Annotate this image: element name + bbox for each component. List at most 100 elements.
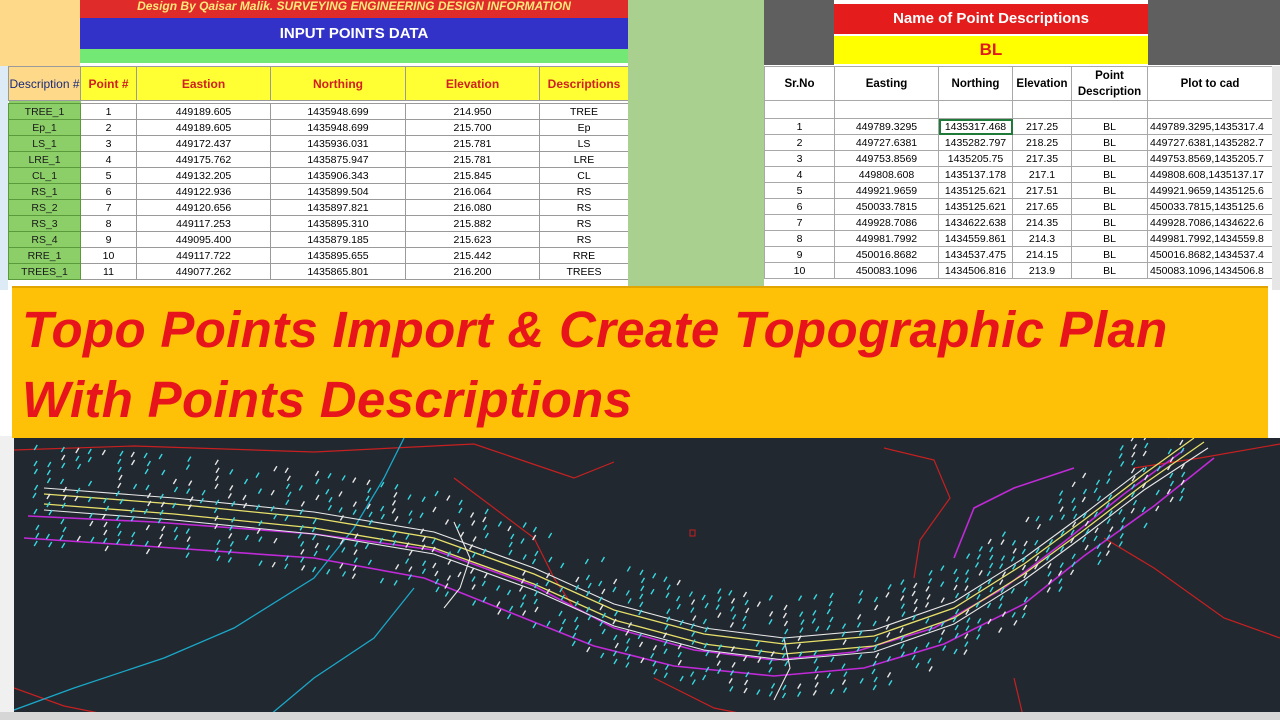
cell-description[interactable]: CL xyxy=(539,167,629,184)
cell-easting[interactable]: 450016.8682 xyxy=(834,246,939,263)
cell-northing[interactable]: 1435282.797 xyxy=(938,134,1013,151)
cell-plot[interactable]: 449789.3295,1435317.4 xyxy=(1147,118,1273,135)
cell-easting[interactable]: 449172.437 xyxy=(136,135,271,152)
cell-elevation[interactable]: 217.1 xyxy=(1012,166,1072,183)
col-header-point[interactable]: Point # xyxy=(80,66,137,101)
cell-plot[interactable]: 449921.9659,1435125.6 xyxy=(1147,182,1273,199)
col-header-plot-to-cad[interactable]: Plot to cad xyxy=(1147,66,1273,101)
cell-point[interactable]: 6 xyxy=(80,183,137,200)
cell-easting[interactable]: 449928.7086 xyxy=(834,214,939,231)
cell-elevation[interactable]: 215.882 xyxy=(405,215,540,232)
cell-desc-code[interactable]: LS_1 xyxy=(8,135,81,152)
col-header-northing[interactable]: Northing xyxy=(270,66,406,101)
cell-elevation[interactable]: 216.064 xyxy=(405,183,540,200)
cell-description[interactable]: RS xyxy=(539,231,629,248)
cell-northing[interactable]: 1435895.655 xyxy=(270,247,406,264)
cell-description[interactable]: RS xyxy=(539,215,629,232)
table-row[interactable]: 9 450016.8682 1434537.475 214.15 BL 450016.86… xyxy=(764,246,1273,263)
cell-elevation[interactable]: 214.3 xyxy=(1012,230,1072,247)
cell-description[interactable]: LS xyxy=(539,135,629,152)
cell-elevation[interactable]: 213.9 xyxy=(1012,262,1072,279)
cell-sr[interactable]: 4 xyxy=(764,166,835,183)
cell-description[interactable]: RS xyxy=(539,199,629,216)
cell-plot[interactable]: 449981.7992,1434559.8 xyxy=(1147,230,1273,247)
cell-easting[interactable]: 449189.605 xyxy=(136,103,271,120)
cell-northing[interactable]: 1435137.178 xyxy=(938,166,1013,183)
cell-northing[interactable]: 1434622.638 xyxy=(938,214,1013,231)
cell-description[interactable]: TREES xyxy=(539,263,629,280)
cell-easting[interactable]: 449727.6381 xyxy=(834,134,939,151)
cell-description[interactable]: TREE xyxy=(539,103,629,120)
table-row[interactable]: 6 450033.7815 1435125.621 217.65 BL 450033.78… xyxy=(764,198,1273,215)
cell-easting[interactable]: 449077.262 xyxy=(136,263,271,280)
cell-northing[interactable]: 1434506.816 xyxy=(938,262,1013,279)
table-row[interactable]: LRE_1 4 449175.762 1435875.947 215.781 LRE xyxy=(8,151,629,168)
cell-northing[interactable]: 1435895.310 xyxy=(270,215,406,232)
cell-elevation[interactable]: 216.200 xyxy=(405,263,540,280)
table-row[interactable]: RS_4 9 449095.400 1435879.185 215.623 RS xyxy=(8,231,629,248)
cell-desc[interactable]: BL xyxy=(1071,166,1148,183)
cell-easting[interactable]: 449789.3295 xyxy=(834,118,939,135)
cell-sr[interactable]: 8 xyxy=(764,230,835,247)
col-header-sr-no[interactable]: Sr.No xyxy=(764,66,835,101)
cell-sr[interactable]: 1 xyxy=(764,118,835,135)
cell-sr[interactable]: 6 xyxy=(764,198,835,215)
cell-desc-code[interactable]: RS_1 xyxy=(8,183,81,200)
table-row[interactable]: 10 450083.1096 1434506.816 213.9 BL 450083.10… xyxy=(764,262,1273,279)
cell-elevation[interactable]: 217.25 xyxy=(1012,118,1072,135)
cell-desc[interactable]: BL xyxy=(1071,134,1148,151)
table-row[interactable]: TREE_1 1 449189.605 1435948.699 214.950 TREE xyxy=(8,103,629,120)
cell-sr[interactable]: 5 xyxy=(764,182,835,199)
topographic-plan[interactable] xyxy=(14,438,1280,720)
table-row[interactable]: RRE_1 10 449117.722 1435895.655 215.442 RRE xyxy=(8,247,629,264)
cell-northing[interactable]: 1435936.031 xyxy=(270,135,406,152)
cell-easting[interactable]: 449189.605 xyxy=(136,119,271,136)
cell-easting[interactable]: 449753.8569 xyxy=(834,150,939,167)
col-header-description-code[interactable]: Description # xyxy=(8,66,81,101)
cell-easting[interactable]: 450033.7815 xyxy=(834,198,939,215)
table-row[interactable]: 3 449753.8569 1435205.75 217.35 BL 449753.856… xyxy=(764,150,1273,167)
cell-elevation[interactable]: 215.781 xyxy=(405,135,540,152)
cell-sr[interactable]: 2 xyxy=(764,134,835,151)
cell-elevation[interactable]: 214.15 xyxy=(1012,246,1072,263)
cell-northing[interactable]: 1434537.475 xyxy=(938,246,1013,263)
cell-easting[interactable]: 449122.936 xyxy=(136,183,271,200)
cell-desc-code[interactable]: CL_1 xyxy=(8,167,81,184)
cell-northing[interactable]: 1435875.947 xyxy=(270,151,406,168)
col-header-northing[interactable]: Northing xyxy=(938,66,1013,101)
cell-point[interactable]: 3 xyxy=(80,135,137,152)
cell-desc-code[interactable]: RRE_1 xyxy=(8,247,81,264)
table-row[interactable]: 2 449727.6381 1435282.797 218.25 BL 449727.63… xyxy=(764,134,1273,151)
table-row[interactable]: 7 449928.7086 1434622.638 214.35 BL 449928.70… xyxy=(764,214,1273,231)
cell-easting[interactable]: 449120.656 xyxy=(136,199,271,216)
cell-point[interactable]: 8 xyxy=(80,215,137,232)
vertical-scrollbar[interactable] xyxy=(1272,66,1280,290)
cell-elevation[interactable]: 215.845 xyxy=(405,167,540,184)
cell-elevation[interactable]: 215.700 xyxy=(405,119,540,136)
cell-description[interactable]: RRE xyxy=(539,247,629,264)
cell-elevation[interactable]: 216.080 xyxy=(405,199,540,216)
cell-desc[interactable]: BL xyxy=(1071,150,1148,167)
cell-northing[interactable]: 1435906.343 xyxy=(270,167,406,184)
cell-desc[interactable]: BL xyxy=(1071,198,1148,215)
cell-sr[interactable]: 9 xyxy=(764,246,835,263)
cell-northing[interactable]: 1435948.699 xyxy=(270,119,406,136)
table-row[interactable]: 8 449981.7992 1434559.861 214.3 BL 449981.799… xyxy=(764,230,1273,247)
table-row[interactable]: 5 449921.9659 1435125.621 217.51 BL 449921.96… xyxy=(764,182,1273,199)
cell-desc-code[interactable]: RS_4 xyxy=(8,231,81,248)
cell-desc[interactable]: BL xyxy=(1071,118,1148,135)
cell-elevation[interactable]: 217.51 xyxy=(1012,182,1072,199)
cell-northing[interactable]: 1435948.699 xyxy=(270,103,406,120)
col-header-elevation[interactable]: Elevation xyxy=(1012,66,1072,101)
cell-elevation[interactable]: 215.623 xyxy=(405,231,540,248)
description-selector[interactable]: BL xyxy=(834,36,1148,64)
cell-elevation[interactable]: 218.25 xyxy=(1012,134,1072,151)
cell-point[interactable]: 10 xyxy=(80,247,137,264)
table-row[interactable]: RS_3 8 449117.253 1435895.310 215.882 RS xyxy=(8,215,629,232)
col-header-easting[interactable]: Easting xyxy=(834,66,939,101)
cell-desc[interactable]: BL xyxy=(1071,246,1148,263)
cell-desc-code[interactable]: LRE_1 xyxy=(8,151,81,168)
cell-easting[interactable]: 449095.400 xyxy=(136,231,271,248)
table-row[interactable]: 4 449808.608 1435137.178 217.1 BL 449808.608,… xyxy=(764,166,1273,183)
cell-easting[interactable]: 449981.7992 xyxy=(834,230,939,247)
